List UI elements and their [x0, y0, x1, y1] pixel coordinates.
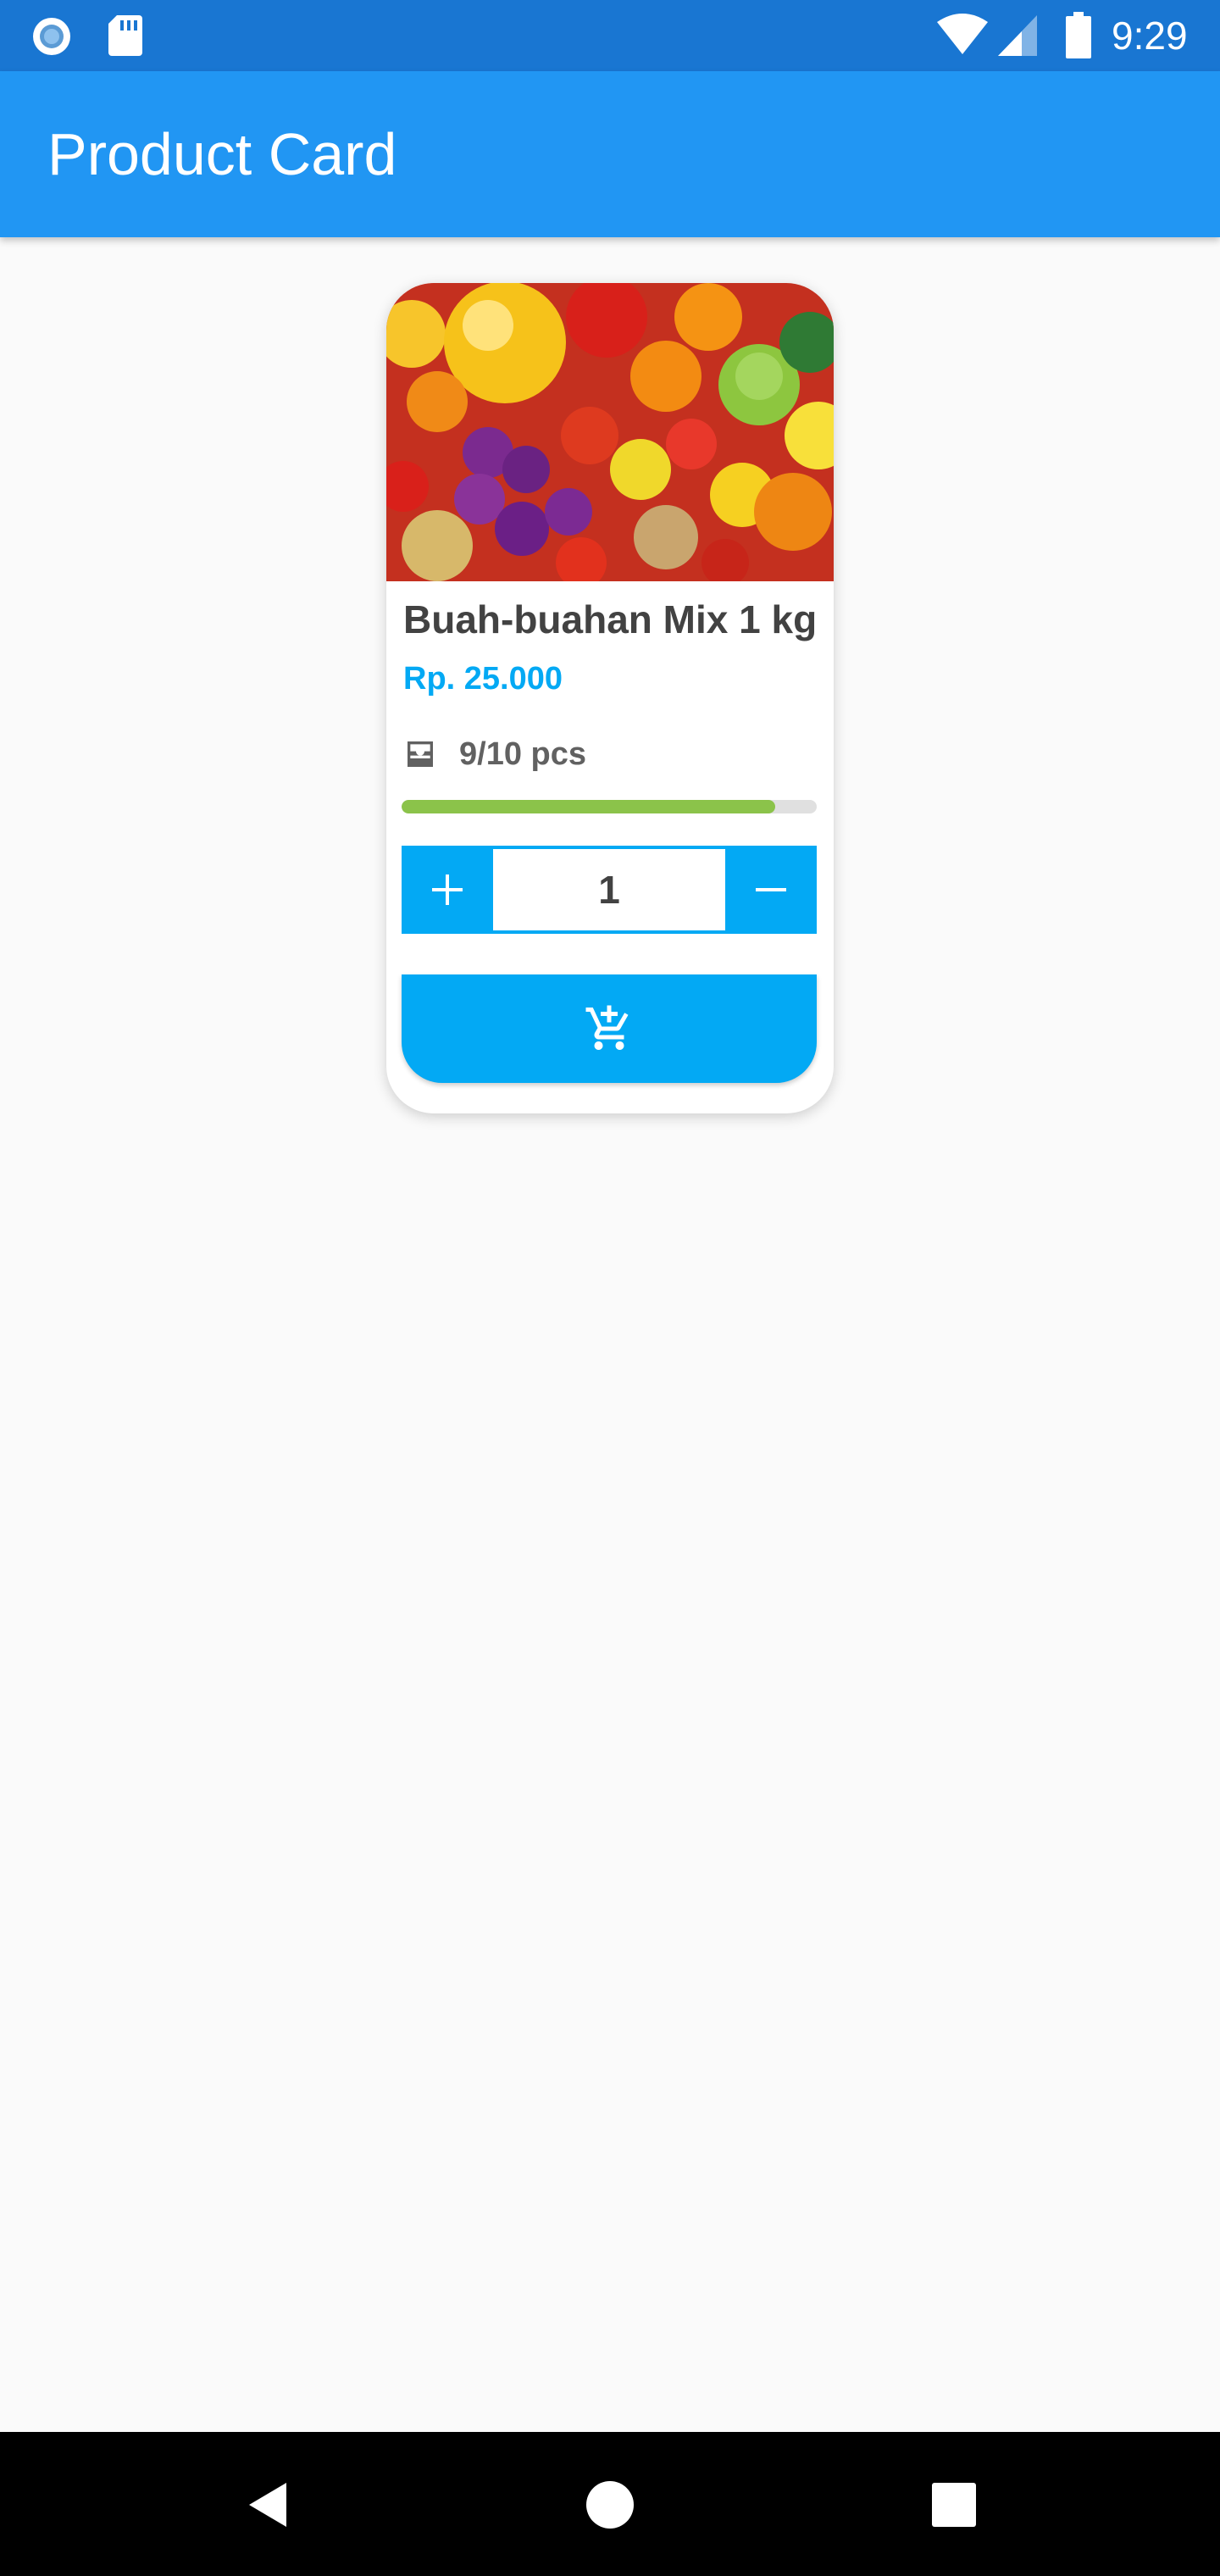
sd-card-icon	[108, 15, 142, 56]
status-bar: 9:29	[0, 0, 1220, 71]
quantity-stepper	[402, 846, 817, 934]
decrement-button[interactable]	[725, 846, 817, 934]
add-to-cart-button[interactable]	[402, 974, 817, 1083]
recents-button[interactable]	[912, 2462, 996, 2547]
minus-icon	[756, 888, 786, 891]
product-card[interactable]: Buah-buahan Mix 1 kg Rp. 25.000 9/10 pcs	[386, 283, 834, 1113]
add-shopping-cart-icon	[585, 1005, 629, 1050]
status-time: 9:29	[1112, 14, 1188, 58]
back-icon	[249, 2483, 286, 2527]
battery-icon	[1066, 12, 1091, 58]
increment-button[interactable]	[402, 846, 493, 934]
product-name: Buah-buahan Mix 1 kg	[403, 597, 818, 641]
system-nav-bar	[0, 2432, 1220, 2576]
back-button[interactable]	[225, 2462, 310, 2547]
circle-notification-icon	[33, 18, 70, 55]
recents-icon	[932, 2483, 976, 2527]
stock-label: 9/10 pcs	[459, 736, 586, 772]
stock-info: 9/10 pcs	[403, 732, 586, 776]
page-title: Product Card	[47, 121, 397, 187]
plus-icon	[432, 874, 463, 905]
quantity-input[interactable]	[493, 849, 725, 930]
app-bar: Product Card	[0, 71, 1220, 237]
stock-progress-fill	[402, 800, 775, 813]
home-icon	[586, 2481, 634, 2529]
home-button[interactable]	[568, 2462, 652, 2547]
inbox-icon	[408, 741, 433, 767]
wifi-icon	[937, 14, 988, 54]
mixed-fruits-photo	[386, 283, 834, 581]
product-price: Rp. 25.000	[403, 661, 563, 697]
signal-icon	[998, 15, 1037, 56]
stock-progress-bar	[402, 800, 817, 813]
